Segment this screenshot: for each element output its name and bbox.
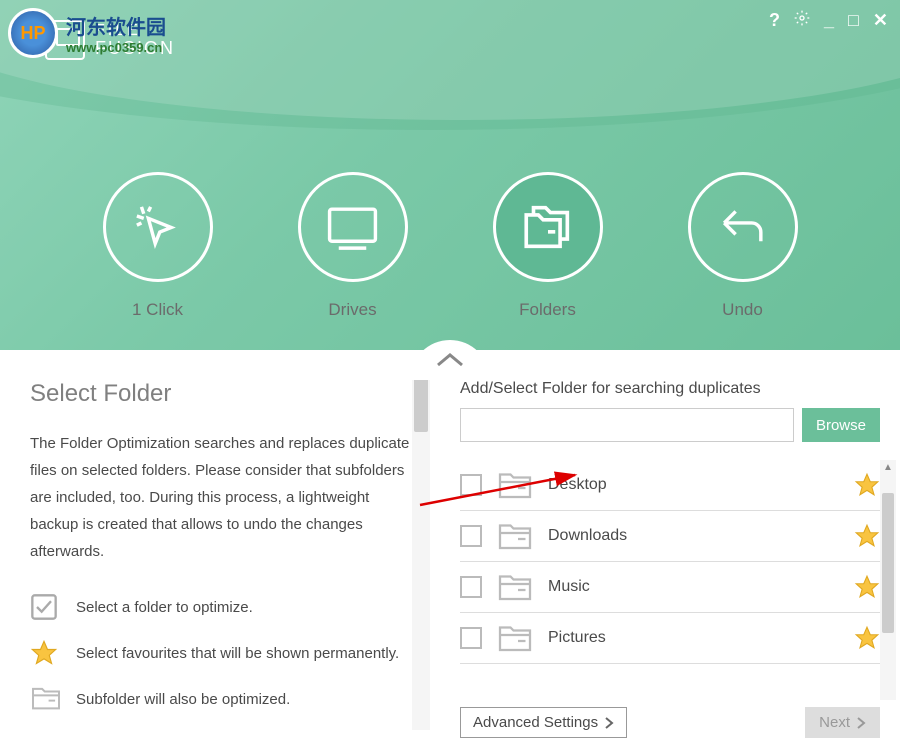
main-tabs: 1 Click Drives Folders Undo bbox=[0, 172, 900, 320]
tab-1click[interactable]: 1 Click bbox=[103, 172, 213, 320]
legend-text: Select favourites that will be shown per… bbox=[76, 645, 399, 662]
favorite-star-button[interactable] bbox=[854, 472, 880, 498]
gear-icon bbox=[794, 10, 810, 26]
window-controls: ? _ □ ✕ bbox=[769, 10, 888, 31]
page-title: Select Folder bbox=[30, 380, 410, 408]
legend-item: Select favourites that will be shown per… bbox=[30, 639, 410, 667]
tab-folders[interactable]: Folders bbox=[493, 172, 603, 320]
left-scrollbar[interactable] bbox=[412, 370, 430, 730]
tab-drives[interactable]: Drives bbox=[298, 172, 408, 320]
help-button[interactable]: ? bbox=[769, 10, 780, 31]
folder-name: Pictures bbox=[548, 629, 854, 647]
header-panel: HP 河东软件园 www.pc0359.cn FILE FUSION ? _ □… bbox=[0, 0, 900, 350]
chevron-up-icon bbox=[435, 351, 465, 369]
folder-checkbox[interactable] bbox=[460, 627, 482, 649]
folder-checkbox[interactable] bbox=[460, 576, 482, 598]
folder-icon bbox=[496, 470, 534, 500]
watermark-logo: HP bbox=[8, 8, 58, 58]
legend-item: Select a folder to optimize. bbox=[30, 593, 410, 621]
folder-path-input[interactable] bbox=[460, 408, 794, 442]
folder-row-music[interactable]: Music bbox=[460, 562, 880, 613]
folder-icon bbox=[496, 572, 534, 602]
cursor-click-icon bbox=[130, 200, 185, 255]
folder-icon bbox=[496, 521, 534, 551]
page-description: The Folder Optimization searches and rep… bbox=[30, 430, 410, 565]
tab-label: Folders bbox=[519, 300, 576, 320]
watermark-cn-text: 河东软件园 bbox=[66, 11, 166, 40]
browse-button[interactable]: Browse bbox=[802, 408, 880, 442]
tab-undo[interactable]: Undo bbox=[688, 172, 798, 320]
maximize-button[interactable]: □ bbox=[848, 10, 859, 31]
folder-list: Desktop Downloads Music Pictures bbox=[460, 460, 880, 664]
favorite-star-button[interactable] bbox=[854, 523, 880, 549]
monitor-icon bbox=[325, 200, 380, 255]
folder-checkbox[interactable] bbox=[460, 525, 482, 547]
folder-name: Music bbox=[548, 578, 854, 596]
legend-item: Subfolder will also be optimized. bbox=[30, 685, 410, 713]
folder-name: Downloads bbox=[548, 527, 854, 545]
next-button[interactable]: Next bbox=[805, 707, 880, 738]
watermark-url: www.pc0359.cn bbox=[66, 40, 166, 55]
advanced-settings-button[interactable]: Advanced Settings bbox=[460, 707, 627, 738]
right-scrollbar[interactable]: ▲ bbox=[880, 460, 896, 700]
legend-text: Subfolder will also be optimized. bbox=[76, 691, 290, 708]
right-folder-panel: Add/Select Folder for searching duplicat… bbox=[430, 350, 900, 750]
favorite-star-button[interactable] bbox=[854, 625, 880, 651]
folder-icon bbox=[496, 623, 534, 653]
folder-row-pictures[interactable]: Pictures bbox=[460, 613, 880, 664]
tab-label: Undo bbox=[722, 300, 763, 320]
folder-row-downloads[interactable]: Downloads bbox=[460, 511, 880, 562]
folder-icon bbox=[30, 685, 62, 711]
folder-row-desktop[interactable]: Desktop bbox=[460, 460, 880, 511]
folder-checkbox[interactable] bbox=[460, 474, 482, 496]
chevron-right-icon bbox=[604, 716, 614, 730]
star-icon bbox=[30, 639, 58, 667]
favorite-star-button[interactable] bbox=[854, 574, 880, 600]
folder-name: Desktop bbox=[548, 476, 854, 494]
settings-button[interactable] bbox=[794, 10, 810, 31]
minimize-button[interactable]: _ bbox=[824, 10, 834, 31]
scroll-up-icon[interactable]: ▲ bbox=[880, 460, 896, 475]
watermark: HP 河东软件园 www.pc0359.cn bbox=[8, 8, 166, 58]
checkbox-icon bbox=[30, 593, 58, 621]
legend-text: Select a folder to optimize. bbox=[76, 599, 253, 616]
folders-icon bbox=[519, 198, 577, 256]
tab-label: 1 Click bbox=[132, 300, 183, 320]
right-panel-title: Add/Select Folder for searching duplicat… bbox=[460, 380, 880, 398]
close-button[interactable]: ✕ bbox=[873, 10, 888, 31]
tab-label: Drives bbox=[328, 300, 376, 320]
chevron-right-icon bbox=[856, 716, 866, 730]
left-info-panel: Select Folder The Folder Optimization se… bbox=[0, 350, 430, 750]
undo-icon bbox=[715, 200, 770, 255]
